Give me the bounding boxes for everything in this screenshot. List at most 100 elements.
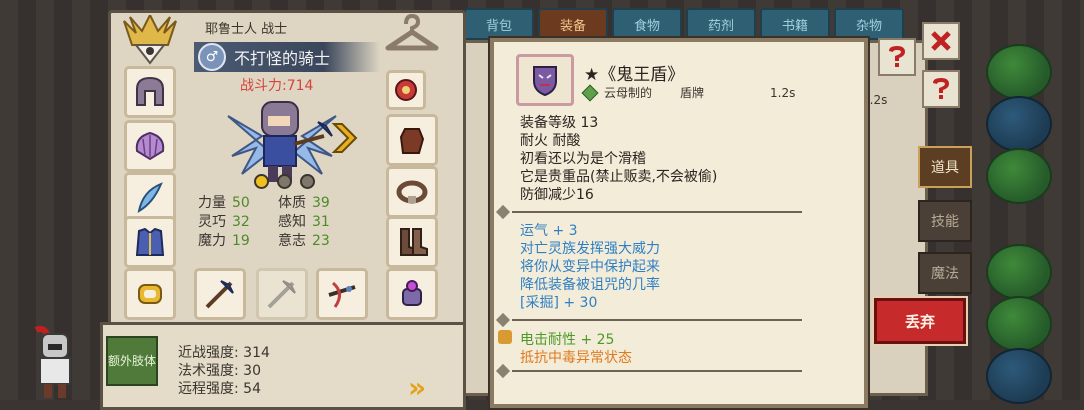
item-name: ★《鬼王盾》 bbox=[584, 65, 685, 85]
enchant-line: 对亡灵族发挥强大威力 bbox=[520, 241, 660, 257]
question-icon bbox=[933, 78, 949, 99]
stat-value: 39 bbox=[312, 195, 330, 211]
tree-icon bbox=[986, 296, 1052, 352]
race-class-label: 耶鲁士人 战士 bbox=[205, 22, 288, 37]
separator bbox=[512, 211, 802, 213]
gem-ring-icon bbox=[402, 280, 422, 306]
item-enchantments: 运气 + 3 对亡灵族发挥强大威力 将你从变异中保护起来 降低装备被诅咒的几率 … bbox=[520, 222, 660, 312]
enchant-line: 运气 + 3 bbox=[520, 223, 578, 239]
extra-limbs-button[interactable]: 额外肢体 bbox=[106, 336, 158, 386]
slot-main-hand[interactable] bbox=[194, 268, 246, 320]
tab-food[interactable]: 食物 bbox=[612, 8, 682, 40]
belt-icon bbox=[396, 180, 428, 204]
info-button[interactable] bbox=[922, 70, 960, 108]
item-type: 盾牌 bbox=[680, 86, 705, 100]
slot-ranged[interactable] bbox=[316, 268, 368, 320]
help-button[interactable] bbox=[878, 38, 916, 76]
slot-belt[interactable] bbox=[386, 166, 438, 218]
melee-strength: 近战强度: 314 bbox=[178, 345, 270, 361]
slot-amulet[interactable] bbox=[386, 70, 426, 110]
crossbow-icon bbox=[328, 281, 356, 308]
axe-icon bbox=[267, 280, 296, 309]
slot-off-hand[interactable] bbox=[256, 268, 308, 320]
slot-helmet[interactable] bbox=[124, 66, 176, 118]
stat-label: 意志 bbox=[278, 233, 306, 249]
tab-potion[interactable]: 药剂 bbox=[686, 8, 756, 40]
slot-ring[interactable] bbox=[124, 268, 176, 320]
ranged-strength: 远程强度: 54 bbox=[178, 381, 261, 397]
page-dot[interactable] bbox=[254, 174, 269, 189]
hanger-icon[interactable] bbox=[384, 14, 440, 54]
description-line: 防御减少16 bbox=[520, 187, 594, 203]
tree-icon bbox=[986, 244, 1052, 300]
side-tab-magic[interactable]: 魔法 bbox=[918, 252, 972, 294]
shell-icon bbox=[135, 131, 165, 161]
item-icon-frame bbox=[516, 54, 574, 106]
item-description: 装备等级 13 耐火 耐酸 初看还以为是个滑稽 它是贵重品(禁止贩卖,不会被偷)… bbox=[520, 114, 717, 204]
tree-icon bbox=[986, 96, 1052, 152]
npc-knight-sprite bbox=[34, 326, 71, 398]
combat-power: 战斗力:714 bbox=[240, 78, 314, 94]
tab-backpack[interactable]: 背包 bbox=[464, 8, 534, 40]
tree-icon bbox=[986, 348, 1052, 404]
page-dot[interactable] bbox=[277, 174, 292, 189]
eye-emblem-icon bbox=[123, 15, 177, 65]
demon-shield-icon bbox=[533, 66, 557, 97]
stat-value: 19 bbox=[232, 233, 250, 249]
stat-value: 32 bbox=[232, 214, 250, 230]
stat-value: 31 bbox=[312, 214, 330, 230]
key-icon bbox=[498, 330, 512, 344]
tab-equipment[interactable]: 装备 bbox=[538, 8, 608, 40]
stat-value: 50 bbox=[232, 195, 250, 211]
feather-icon bbox=[137, 182, 163, 213]
slot-cloak[interactable] bbox=[124, 120, 176, 172]
armor-icon bbox=[135, 227, 165, 256]
enchant-line: [采掘] + 30 bbox=[520, 295, 598, 311]
discard-button[interactable]: 丢弃 bbox=[874, 298, 966, 344]
side-tab-skills[interactable]: 技能 bbox=[918, 200, 972, 242]
ring-icon bbox=[138, 284, 162, 304]
stat-label: 灵巧 bbox=[198, 214, 226, 230]
item-meta: 云母制的 盾牌 1.2s bbox=[581, 84, 796, 101]
character-name: 不打怪的骑士 bbox=[234, 49, 331, 68]
description-line: 初看还以为是个滑稽 bbox=[520, 151, 646, 167]
tab-misc[interactable]: 杂物 bbox=[834, 8, 904, 40]
description-line: 它是贵重品(禁止贩卖,不会被偷) bbox=[520, 169, 718, 185]
spell-strength: 法术强度: 30 bbox=[178, 363, 261, 379]
close-button[interactable] bbox=[922, 22, 960, 60]
item-weight: 1.2s bbox=[770, 85, 796, 100]
stat-label: 魔力 bbox=[198, 233, 226, 249]
tree-icon bbox=[986, 148, 1052, 204]
double-chevron-icon[interactable]: » bbox=[408, 374, 448, 402]
stat-label: 力量 bbox=[198, 195, 226, 211]
slot-boots[interactable] bbox=[386, 216, 438, 268]
next-page-icon[interactable] bbox=[330, 120, 360, 156]
attribute-stats: 力量 50 体质 39 灵巧 32 感知 31 魔力 19 意志 23 bbox=[198, 194, 358, 251]
slot-armor[interactable] bbox=[124, 216, 176, 268]
slot-gloves[interactable] bbox=[386, 114, 438, 166]
slot-accessory[interactable] bbox=[386, 268, 438, 320]
page-dot[interactable] bbox=[300, 174, 315, 189]
item-material: 云母制的 bbox=[604, 86, 653, 100]
close-icon bbox=[931, 31, 951, 51]
tree-icon bbox=[986, 44, 1052, 100]
inventory-tabs: 背包 装备 食物 药剂 书籍 杂物 bbox=[464, 8, 904, 40]
axe-icon bbox=[205, 280, 234, 309]
question-icon bbox=[889, 46, 905, 67]
separator bbox=[512, 319, 802, 321]
stat-value: 23 bbox=[312, 233, 330, 249]
status-effect: 抵抗中毒异常状态 bbox=[520, 350, 632, 366]
boots-icon bbox=[400, 228, 428, 256]
stat-label: 感知 bbox=[278, 214, 306, 230]
helmet-icon bbox=[136, 76, 164, 106]
description-line: 耐火 耐酸 bbox=[520, 133, 581, 149]
enchant-line: 降低装备被诅咒的几率 bbox=[520, 277, 660, 293]
tab-books[interactable]: 书籍 bbox=[760, 8, 830, 40]
combat-strength-list: 近战强度: 314 法术强度: 30 远程强度: 54 bbox=[178, 344, 270, 398]
page-dots bbox=[254, 174, 315, 189]
stat-label: 体质 bbox=[278, 195, 306, 211]
class-emblem bbox=[118, 14, 182, 66]
side-tab-items[interactable]: 道具 bbox=[918, 146, 972, 188]
enchant-line: 将你从变异中保护起来 bbox=[520, 259, 660, 275]
amulet-icon bbox=[395, 79, 417, 101]
